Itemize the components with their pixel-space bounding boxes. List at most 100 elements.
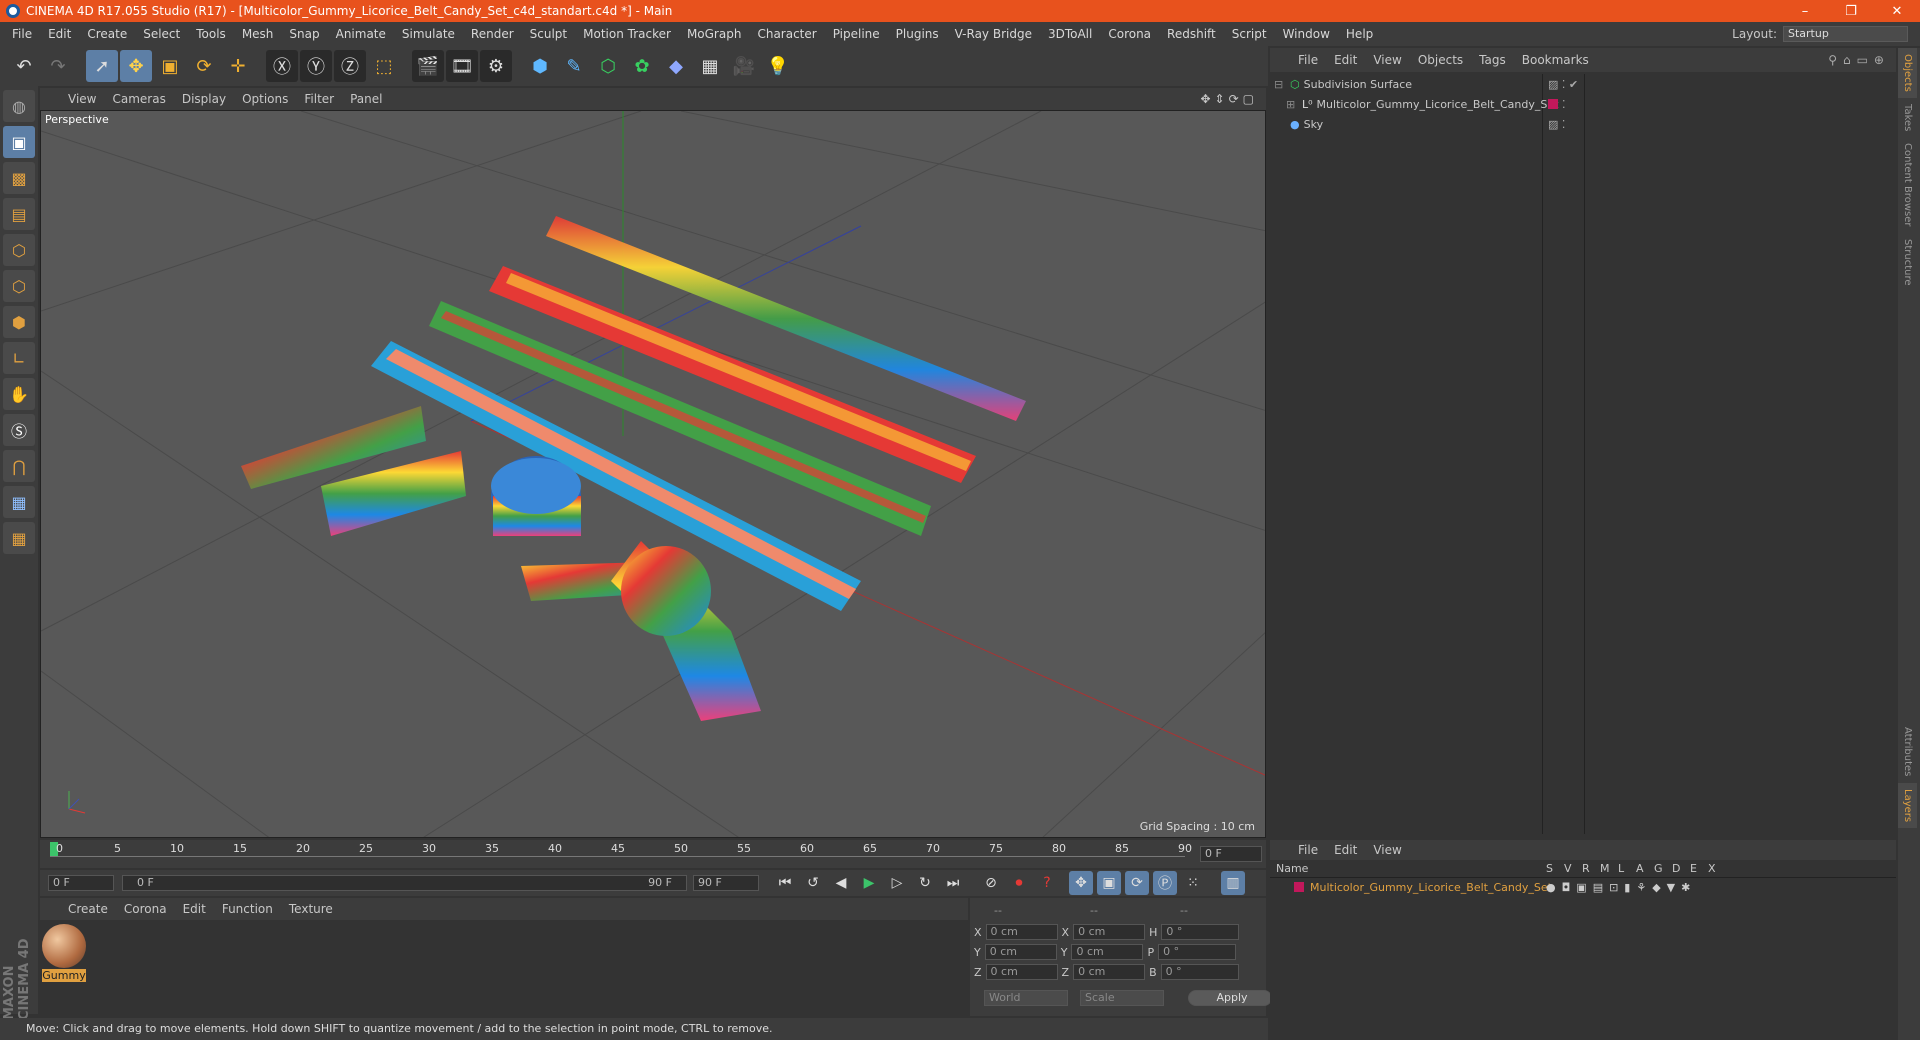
timeline-ruler[interactable]: 0 5 10 15 20 25 30 35 40 45 50 55 60 65 … <box>40 840 1266 868</box>
material-menu-corona[interactable]: Corona <box>116 902 175 916</box>
layer-menu-edit[interactable]: Edit <box>1326 843 1365 857</box>
redo-icon[interactable]: ↷ <box>42 50 74 82</box>
menu-animate[interactable]: Animate <box>328 27 394 41</box>
render-settings-icon[interactable]: ⚙ <box>480 50 512 82</box>
position-y-field[interactable]: 0 cm <box>984 944 1057 960</box>
texture-mode-icon[interactable]: ▩ <box>3 162 35 194</box>
layer-menu-view[interactable]: View <box>1365 843 1409 857</box>
object-row-subdivision-surface[interactable]: ⊟ ⬡ Subdivision Surface ▨ ⁚ ✔ <box>1270 74 1896 94</box>
position-x-field[interactable]: 0 cm <box>985 924 1058 940</box>
next-frame-icon[interactable]: ▷ <box>885 871 909 895</box>
object-row-sky[interactable]: ● Sky ▨ ⁚ <box>1270 114 1896 134</box>
visibility-dots-icon[interactable]: ▨ ⁚ ✔ <box>1548 78 1578 91</box>
render-picture-viewer-icon[interactable]: 🎞 <box>446 50 478 82</box>
menu-mograph[interactable]: MoGraph <box>679 27 750 41</box>
coordinate-system-icon[interactable]: ⬚ <box>368 50 400 82</box>
render-view-icon[interactable]: 🎬 <box>412 50 444 82</box>
layer-menu-file[interactable]: File <box>1290 843 1326 857</box>
model-mode-icon[interactable]: ▣ <box>3 126 35 158</box>
current-frame-field[interactable]: 0 F <box>1200 846 1262 862</box>
snap-icon[interactable]: ⋂ <box>3 450 35 482</box>
material-menu-create[interactable]: Create <box>60 902 116 916</box>
previous-key-icon[interactable]: ↺ <box>801 871 825 895</box>
menu-plugins[interactable]: Plugins <box>888 27 947 41</box>
tab-layers[interactable]: Layers <box>1898 782 1917 828</box>
tab-attributes[interactable]: Attributes <box>1898 721 1917 782</box>
keyframe-selection-icon[interactable]: ? <box>1035 871 1059 895</box>
rotation-h-field[interactable]: 0 ° <box>1161 924 1240 940</box>
position-z-field[interactable]: 0 cm <box>985 964 1058 980</box>
menu-character[interactable]: Character <box>749 27 824 41</box>
expand-toggle-icon[interactable]: ⊟ <box>1274 78 1290 91</box>
perspective-viewport[interactable]: Perspective Grid Spacing: 10 cm <box>40 110 1266 838</box>
close-button[interactable]: ✕ <box>1874 4 1920 19</box>
tab-structure[interactable]: Structure <box>1898 233 1917 292</box>
cube-primitive-icon[interactable]: ⬢ <box>524 50 556 82</box>
minimize-button[interactable]: – <box>1782 4 1828 19</box>
points-mode-icon[interactable]: ⬡ <box>3 234 35 266</box>
object-menu-file[interactable]: File <box>1290 53 1326 67</box>
menu-window[interactable]: Window <box>1275 27 1338 41</box>
rotate-tool-icon[interactable]: ⟳ <box>188 50 220 82</box>
undo-icon[interactable]: ↶ <box>8 50 40 82</box>
object-menu-edit[interactable]: Edit <box>1326 53 1365 67</box>
workplane-icon[interactable]: ▤ <box>3 198 35 230</box>
camera-icon[interactable]: 🎥 <box>728 50 760 82</box>
range-slider[interactable]: 0 F 90 F <box>122 875 687 891</box>
make-editable-icon[interactable]: ◍ <box>3 90 35 122</box>
visibility-dots-icon[interactable]: ▨ ⁚ <box>1548 118 1565 131</box>
axis-mode-icon[interactable]: ∟ <box>3 342 35 374</box>
object-menu-objects[interactable]: Objects <box>1410 53 1471 67</box>
menu-corona[interactable]: Corona <box>1100 27 1159 41</box>
layout-select[interactable]: Startup <box>1783 26 1908 42</box>
rotation-track-icon[interactable]: ⟳ <box>1125 871 1149 895</box>
rotation-p-field[interactable]: 0 ° <box>1158 944 1237 960</box>
scale-mode-select[interactable]: Scale <box>1080 990 1164 1006</box>
object-row-candy-set[interactable]: ⊞ L⁰ Multicolor_Gummy_Licorice_Belt_Cand… <box>1270 94 1896 114</box>
menu-tools[interactable]: Tools <box>188 27 234 41</box>
timeline-window-icon[interactable]: ▥ <box>1221 871 1245 895</box>
viewport-menu-view[interactable]: View <box>60 92 104 106</box>
layer-color-swatch[interactable] <box>1294 882 1304 892</box>
material-menu-texture[interactable]: Texture <box>281 902 341 916</box>
go-to-end-icon[interactable]: ⏭ <box>941 871 965 895</box>
layer-row[interactable]: Multicolor_Gummy_Licorice_Belt_Candy_Set… <box>1270 878 1896 896</box>
size-y-field[interactable]: 0 cm <box>1071 944 1144 960</box>
object-manager-tool-icons[interactable]: ⚲⌂▭⊕ <box>1828 53 1896 67</box>
menu-script[interactable]: Script <box>1224 27 1275 41</box>
point-level-icon[interactable]: ⁙ <box>1181 871 1205 895</box>
tab-takes[interactable]: Takes <box>1898 98 1917 137</box>
tweak-mode-icon[interactable]: ✋ <box>3 378 35 410</box>
viewport-menu-panel[interactable]: Panel <box>342 92 390 106</box>
menu-render[interactable]: Render <box>463 27 522 41</box>
size-z-field[interactable]: 0 cm <box>1073 964 1146 980</box>
tab-content-browser[interactable]: Content Browser <box>1898 137 1917 232</box>
tab-objects[interactable]: Objects <box>1898 48 1917 98</box>
end-frame-field[interactable]: 90 F <box>693 875 759 891</box>
menu-help[interactable]: Help <box>1338 27 1381 41</box>
autokeying-icon[interactable]: ⏺ <box>1007 871 1031 895</box>
layer-toggle-icons[interactable]: ●◘▣▤⊡▮⚘◆▼✱ <box>1546 881 1696 894</box>
viewport-menu-cameras[interactable]: Cameras <box>104 92 173 106</box>
cloner-icon[interactable]: ✿ <box>626 50 658 82</box>
position-track-icon[interactable]: ✥ <box>1069 871 1093 895</box>
object-menu-view[interactable]: View <box>1365 53 1409 67</box>
menu-pipeline[interactable]: Pipeline <box>825 27 888 41</box>
rotation-b-field[interactable]: 0 ° <box>1160 964 1239 980</box>
menu-sculpt[interactable]: Sculpt <box>522 27 575 41</box>
viewport-menu-options[interactable]: Options <box>234 92 296 106</box>
floor-icon[interactable]: ▦ <box>694 50 726 82</box>
subdivision-surface-icon[interactable]: ⬡ <box>592 50 624 82</box>
x-axis-icon[interactable]: Ⓧ <box>266 50 298 82</box>
viewport-menu-filter[interactable]: Filter <box>296 92 342 106</box>
viewport-menu-display[interactable]: Display <box>174 92 234 106</box>
visibility-dots-icon[interactable]: ⁚ <box>1562 98 1566 111</box>
menu-redshift[interactable]: Redshift <box>1159 27 1224 41</box>
play-icon[interactable]: ▶ <box>857 871 881 895</box>
menu-create[interactable]: Create <box>79 27 135 41</box>
menu-motion-tracker[interactable]: Motion Tracker <box>575 27 679 41</box>
apply-button[interactable]: Apply <box>1188 990 1272 1006</box>
menu-file[interactable]: File <box>4 27 40 41</box>
scale-tool-icon[interactable]: ▣ <box>154 50 186 82</box>
menu-3dtoall[interactable]: 3DToAll <box>1040 27 1100 41</box>
